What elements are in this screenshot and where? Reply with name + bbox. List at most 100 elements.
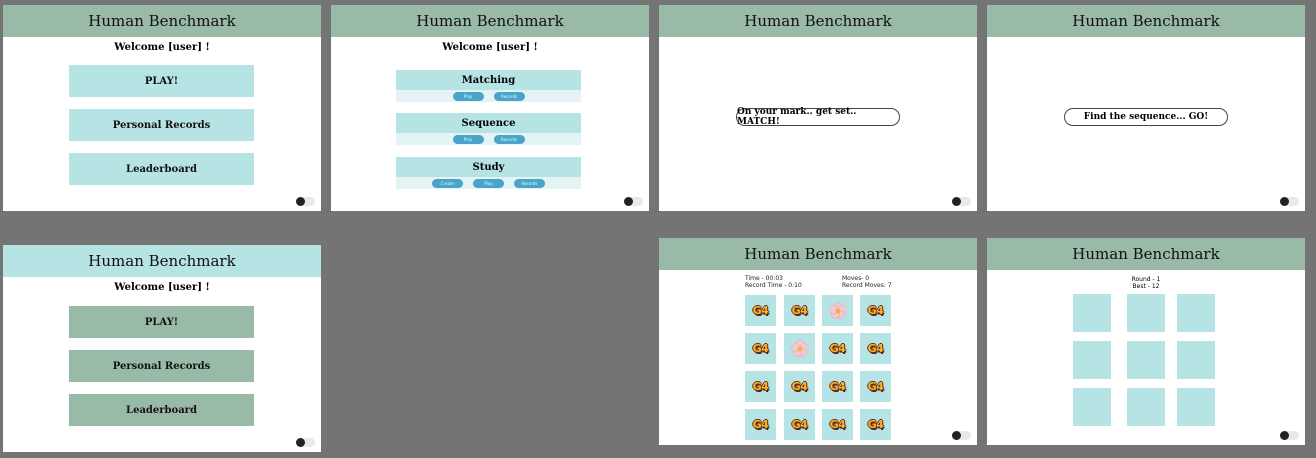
welcome-text: Welcome [user] ! (114, 42, 210, 53)
sequence-tile[interactable] (1127, 294, 1165, 332)
sequence-tile[interactable] (1177, 388, 1215, 426)
move-stats: Moves- 0 Record Moves: 7 (842, 275, 892, 289)
sequence-tile[interactable] (1177, 341, 1215, 379)
sequence-records-button[interactable]: Records (493, 134, 525, 144)
match-card[interactable] (784, 333, 815, 364)
home-panel-alt-theme: Human Benchmark Welcome [user] ! PLAY! P… (3, 245, 321, 452)
theme-toggle[interactable] (296, 438, 315, 447)
sequence-tile[interactable] (1127, 341, 1165, 379)
match-card[interactable]: G4 (860, 333, 891, 364)
sequence-tile[interactable] (1073, 294, 1111, 332)
matching-game-panel: Human Benchmark Time - 00:03 Record Time… (659, 238, 977, 445)
app-header: Human Benchmark (987, 238, 1305, 270)
app-header: Human Benchmark (3, 5, 321, 37)
theme-toggle[interactable] (952, 197, 971, 206)
theme-toggle[interactable] (624, 197, 643, 206)
round-info: Round - 1 Best - 12 (987, 276, 1305, 290)
sequence-intro-message: Find the sequence... GO! (1064, 108, 1228, 126)
match-card[interactable]: G4 (784, 409, 815, 440)
g4-logo-icon: G4 (867, 380, 884, 393)
play-button[interactable]: PLAY! (69, 65, 254, 97)
toggle-knob (952, 197, 961, 206)
g4-logo-icon: G4 (752, 380, 769, 393)
personal-records-button[interactable]: Personal Records (69, 109, 254, 141)
game-button-row: Play Records (396, 90, 581, 102)
match-card[interactable]: G4 (860, 409, 891, 440)
theme-toggle[interactable] (296, 197, 315, 206)
g4-logo-icon: G4 (791, 418, 808, 431)
sequence-tile[interactable] (1073, 341, 1111, 379)
match-intro-panel: Human Benchmark On your mark.. get set..… (659, 5, 977, 211)
match-card[interactable]: G4 (745, 371, 776, 402)
game-button-row: Create Play Records (396, 177, 581, 189)
toggle-knob (1280, 197, 1289, 206)
g4-logo-icon: G4 (867, 304, 884, 317)
study-play-button[interactable]: Play (473, 178, 504, 188)
app-header: Human Benchmark (659, 5, 977, 37)
leaderboard-button[interactable]: Leaderboard (69, 394, 254, 426)
game-card-sequence: Sequence Play Records (396, 113, 581, 145)
matching-records-button[interactable]: Records (493, 91, 525, 101)
g4-logo-icon: G4 (829, 342, 846, 355)
toggle-knob (296, 438, 305, 447)
game-title: Matching (396, 70, 581, 90)
g4-logo-icon: G4 (829, 418, 846, 431)
toggle-knob (624, 197, 633, 206)
match-card[interactable] (822, 295, 853, 326)
leaderboard-button[interactable]: Leaderboard (69, 153, 254, 185)
study-create-button[interactable]: Create (432, 178, 463, 188)
toggle-knob (1280, 431, 1289, 440)
welcome-text: Welcome [user] ! (114, 282, 210, 293)
g4-logo-icon: G4 (829, 380, 846, 393)
play-button[interactable]: PLAY! (69, 306, 254, 338)
match-card[interactable]: G4 (822, 409, 853, 440)
matching-play-button[interactable]: Play (452, 91, 484, 101)
g4-logo-icon: G4 (791, 380, 808, 393)
game-select-panel: Human Benchmark Welcome [user] ! Matchin… (331, 5, 649, 211)
g4-logo-icon: G4 (791, 304, 808, 317)
time-value: Time - 00:03 (745, 275, 783, 282)
record-time-value: Record Time - 0:10 (745, 282, 802, 289)
app-header: Human Benchmark (659, 238, 977, 270)
g4-logo-icon: G4 (867, 418, 884, 431)
personal-records-button[interactable]: Personal Records (69, 350, 254, 382)
theme-toggle[interactable] (952, 431, 971, 440)
game-title: Study (396, 157, 581, 177)
match-card[interactable]: G4 (745, 333, 776, 364)
round-value: Round - 1 (1131, 276, 1161, 283)
app-header: Human Benchmark (3, 245, 321, 277)
match-card[interactable]: G4 (745, 409, 776, 440)
sequence-tile[interactable] (1073, 388, 1111, 426)
game-card-study: Study Create Play Records (396, 157, 581, 189)
sequence-play-button[interactable]: Play (452, 134, 484, 144)
match-card[interactable]: G4 (784, 295, 815, 326)
sequence-intro-panel: Human Benchmark Find the sequence... GO! (987, 5, 1305, 211)
home-panel: Human Benchmark Welcome [user] ! PLAY! P… (3, 5, 321, 211)
match-card[interactable]: G4 (745, 295, 776, 326)
game-card-matching: Matching Play Records (396, 70, 581, 102)
toggle-knob (952, 431, 961, 440)
toggle-knob (296, 197, 305, 206)
sequence-tile[interactable] (1177, 294, 1215, 332)
g4-logo-icon: G4 (752, 418, 769, 431)
match-card[interactable]: G4 (822, 371, 853, 402)
study-records-button[interactable]: Records (514, 178, 545, 188)
match-card[interactable]: G4 (860, 295, 891, 326)
sequence-tile[interactable] (1127, 388, 1165, 426)
app-header: Human Benchmark (987, 5, 1305, 37)
app-header: Human Benchmark (331, 5, 649, 37)
match-card[interactable]: G4 (860, 371, 891, 402)
game-button-row: Play Records (396, 133, 581, 145)
theme-toggle[interactable] (1280, 197, 1299, 206)
time-stats: Time - 00:03 Record Time - 0:10 (745, 275, 802, 289)
welcome-text: Welcome [user] ! (442, 42, 538, 53)
g4-logo-icon: G4 (867, 342, 884, 355)
match-intro-message: On your mark.. get set.. MATCH! (736, 107, 900, 127)
flower-icon (828, 301, 847, 319)
match-card[interactable]: G4 (784, 371, 815, 402)
moves-value: Moves- 0 (842, 275, 870, 282)
sequence-game-panel: Human Benchmark Round - 1 Best - 12 (987, 238, 1305, 445)
g4-logo-icon: G4 (752, 304, 769, 317)
theme-toggle[interactable] (1280, 431, 1299, 440)
match-card[interactable]: G4 (822, 333, 853, 364)
